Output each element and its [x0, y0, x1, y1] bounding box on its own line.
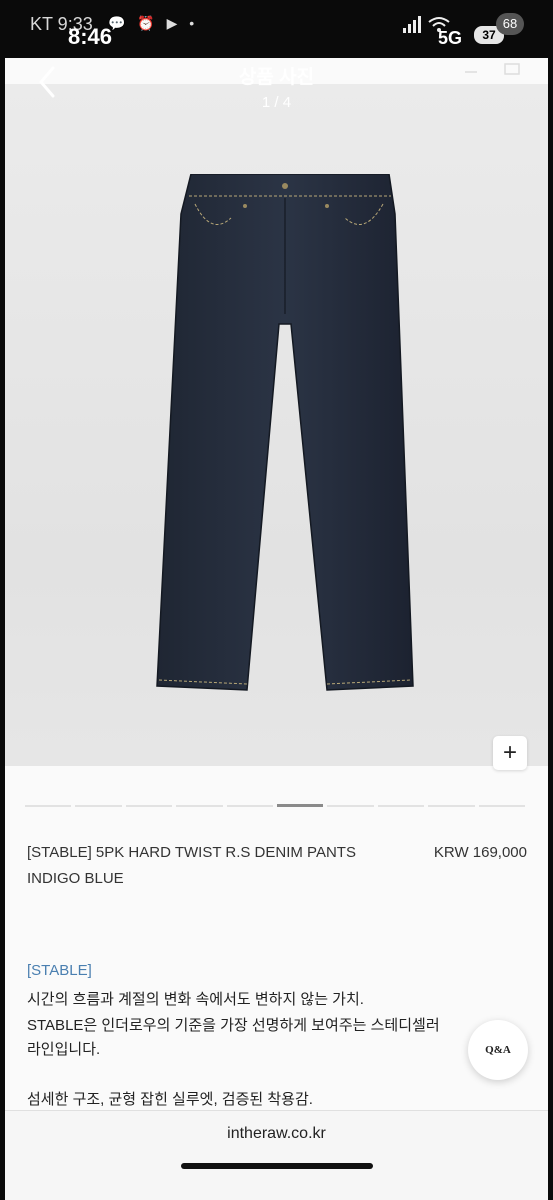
qa-floating-button[interactable]: Q&A: [468, 1020, 528, 1080]
description-line: 시간의 흐름과 계절의 변화 속에서도 변하지 않는 가치.: [27, 991, 364, 1008]
signal-icon: [402, 16, 422, 39]
pager-segment: [176, 805, 223, 807]
search-icon[interactable]: [463, 60, 479, 74]
network-type: 5G: [438, 28, 463, 48]
description-line: STABLE은 인더로우의 기준을 가장 선명하게 보여주는 스테디셀러: [27, 1017, 440, 1034]
notification-icons: 💬 ⏰ ▶ •: [108, 15, 199, 31]
viewer-header: 상품 사진 1 / 4: [5, 58, 548, 128]
product-photo[interactable]: +: [5, 84, 548, 770]
product-price: KRW 169,000: [433, 844, 527, 861]
description-line: 섬세한 구조, 균형 잡힌 실루엣, 검증된 착용감.: [27, 1091, 313, 1108]
product-color: INDIGO BLUE: [27, 870, 124, 887]
description-line: 라인입니다.: [27, 1041, 101, 1058]
jeans-image: [156, 174, 414, 691]
product-name: [STABLE] 5PK HARD TWIST R.S DENIM PANTS: [27, 844, 356, 861]
notification-count-badge: 68: [496, 13, 524, 35]
pager-segment: [327, 805, 374, 807]
status-time: 8:46: [68, 24, 113, 49]
cart-icon[interactable]: [503, 60, 521, 76]
browser-url-bar[interactable]: intheraw.co.kr: [5, 1110, 548, 1200]
photo-pager: [25, 804, 526, 807]
pager-segment-active: [277, 804, 324, 807]
home-indicator[interactable]: [181, 1163, 373, 1169]
pager-segment: [377, 805, 425, 807]
pager-segment: [428, 805, 475, 807]
app-screen: + 상품 사진 1 / 4 [STABLE] 5PK HARD TWIST R.…: [5, 58, 548, 1200]
pager-segment: [25, 805, 72, 807]
zoom-plus-button[interactable]: +: [493, 736, 527, 770]
photo-page-counter: 1 / 4: [261, 94, 292, 111]
pager-segment: [75, 805, 122, 807]
pager-segment: [125, 805, 173, 807]
pager-segment: [226, 805, 274, 807]
status-bar: KT 9:33 8:46 💬 ⏰ ▶ • 5G 37 68: [0, 0, 553, 60]
description-tag[interactable]: [STABLE]: [27, 962, 92, 979]
url-text[interactable]: intheraw.co.kr: [5, 1125, 548, 1143]
pager-segment: [478, 805, 526, 807]
